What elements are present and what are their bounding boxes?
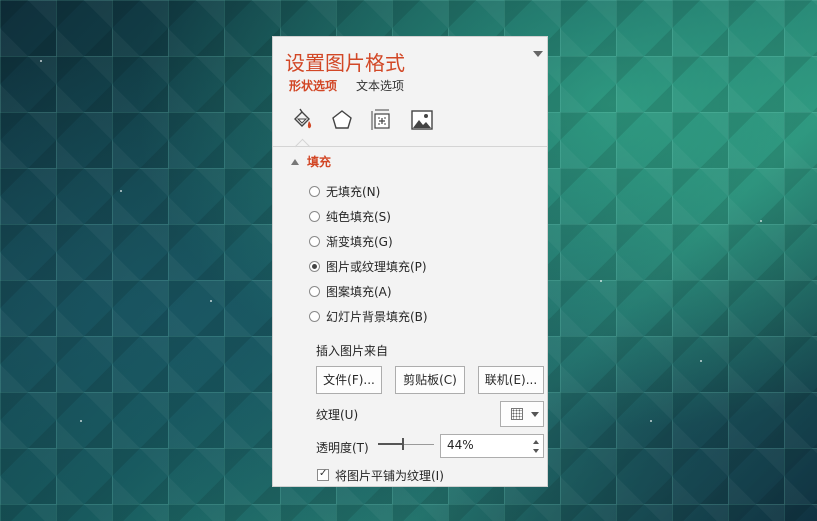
pane-title: 设置图片格式 [285,51,405,75]
slider-thumb[interactable] [402,438,404,450]
radio-label: 无填充(N) [326,185,381,199]
background-star [210,300,212,302]
radio-button[interactable] [309,186,320,197]
chevron-down-icon [531,412,539,417]
background-star [80,420,82,422]
radio-label: 纯色填充(S) [326,210,391,224]
size-properties-icon[interactable] [369,107,395,133]
file-button[interactable]: 文件(F)... [316,366,382,394]
radio-picture-texture-fill[interactable]: 图片或纹理填充(P) [309,258,427,276]
format-picture-pane: 设置图片格式 形状选项 文本选项 填充 无填充(N) 纯色填充(S) 渐变填充(… [272,36,548,487]
effects-pentagon-icon[interactable] [329,107,355,133]
radio-label: 渐变填充(G) [326,235,393,249]
divider [273,146,547,147]
radio-button[interactable] [309,286,320,297]
tab-shape-options[interactable]: 形状选项 [289,77,337,94]
radio-solid-fill[interactable]: 纯色填充(S) [309,208,391,226]
transparency-slider[interactable] [378,435,434,453]
online-button[interactable]: 联机(E)... [478,366,544,394]
fill-section-label: 填充 [307,155,332,169]
background-star [650,420,652,422]
background-star [120,190,122,192]
texture-dropdown[interactable] [500,401,544,427]
transparency-label: 透明度(T) [316,441,369,455]
radio-label: 图案填充(A) [326,285,392,299]
texture-label: 纹理(U) [316,408,359,422]
slider-fill [378,443,403,445]
category-icon-row [273,103,547,143]
radio-button-selected[interactable] [309,261,320,272]
picture-icon[interactable] [409,107,435,133]
pane-options-chevron-icon[interactable] [533,51,543,57]
background-star [760,220,762,222]
tile-as-texture-checkbox[interactable]: 将图片平铺为纹理(I) [317,466,444,484]
texture-swatch [511,408,523,420]
collapse-triangle-icon [291,159,299,165]
radio-pattern-fill[interactable]: 图案填充(A) [309,283,392,301]
checkbox-checked[interactable] [317,466,329,482]
transparency-value[interactable]: 44% [447,438,474,452]
radio-button[interactable] [309,211,320,222]
radio-label: 图片或纹理填充(P) [326,260,427,274]
radio-gradient-fill[interactable]: 渐变填充(G) [309,233,393,251]
insert-from-label: 插入图片来自 [316,344,389,358]
tab-text-options[interactable]: 文本选项 [356,77,404,94]
transparency-spinner[interactable]: 44% [440,434,544,458]
background-star [40,60,42,62]
radio-label: 幻灯片背景填充(B) [326,310,428,324]
spin-down-icon[interactable] [533,449,539,453]
spin-up-icon[interactable] [533,440,539,444]
checkbox-label: 将图片平铺为纹理(I) [335,469,444,483]
background-star [600,280,602,282]
radio-slide-background-fill[interactable]: 幻灯片背景填充(B) [309,308,428,326]
clipboard-button[interactable]: 剪贴板(C) [395,366,465,394]
radio-button[interactable] [309,311,320,322]
background-star [700,360,702,362]
fill-section-header[interactable]: 填充 [291,153,331,170]
radio-no-fill[interactable]: 无填充(N) [309,183,380,201]
radio-button[interactable] [309,236,320,247]
fill-line-icon[interactable] [289,107,315,133]
